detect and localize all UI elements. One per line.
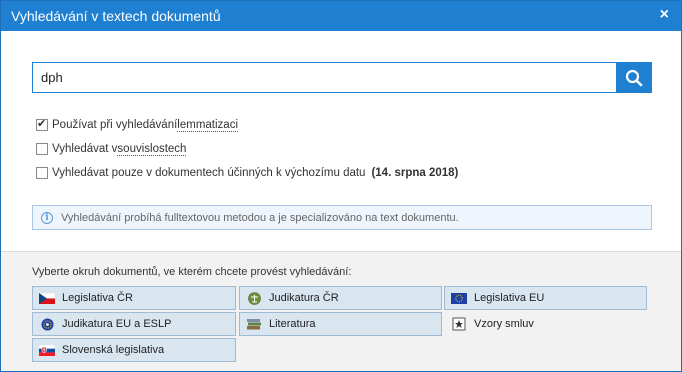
scope-item-label: Legislativa EU	[474, 292, 545, 304]
option-label: Používat při vyhledávání	[52, 119, 178, 131]
eu-court-emblem-icon	[39, 318, 55, 330]
info-icon: i	[41, 211, 53, 224]
dialog-title: Vyhledávání v textech dokumentů	[11, 8, 221, 24]
option-effective-date[interactable]: Vyhledávat pouze v dokumentech účinných …	[36, 165, 458, 181]
option-label: Vyhledávat pouze v dokumentech účinných …	[52, 167, 366, 179]
search-icon	[625, 69, 643, 86]
search-dialog: Vyhledávání v textech dokumentů × Použív…	[0, 0, 682, 372]
scope-item-label: Legislativa ČR	[62, 292, 133, 304]
scope-item-legislativa-cr[interactable]: Legislativa ČR	[32, 286, 236, 310]
scope-item-literatura[interactable]: Literatura	[239, 312, 442, 336]
czech-flag-icon	[39, 292, 55, 304]
close-icon[interactable]: ×	[660, 7, 669, 23]
context-link[interactable]: souvislostech	[117, 143, 187, 156]
context-checkbox[interactable]	[36, 143, 48, 155]
info-text: Vyhledávání probíhá fulltextovou metodou…	[61, 211, 459, 224]
option-context[interactable]: Vyhledávat v souvislostech	[36, 141, 187, 157]
scope-item-label: Judikatura EU a ESLP	[62, 318, 172, 330]
contract-template-icon	[451, 317, 467, 331]
scope-item-legislativa-eu[interactable]: Legislativa EU	[444, 286, 647, 310]
court-emblem-icon	[246, 291, 262, 305]
scope-label: Vyberte okruh dokumentů, ve kterém chcet…	[32, 266, 352, 278]
dialog-titlebar: Vyhledávání v textech dokumentů ×	[1, 1, 681, 31]
info-box: i Vyhledávání probíhá fulltextovou metod…	[32, 205, 652, 230]
books-icon	[246, 318, 262, 330]
scope-item-label: Judikatura ČR	[269, 292, 339, 304]
search-button[interactable]	[616, 62, 652, 93]
lemmatization-link[interactable]: lemmatizaci	[177, 119, 239, 132]
lemmatization-checkbox[interactable]	[36, 117, 48, 131]
scope-item-label: Literatura	[269, 318, 316, 330]
scope-panel: Vyberte okruh dokumentů, ve kterém chcet…	[1, 251, 681, 371]
option-label: Vyhledávat v	[52, 143, 118, 155]
scope-item-label: Vzory smluv	[474, 318, 534, 330]
eu-flag-icon	[451, 292, 467, 304]
scope-item-judikatura-cr[interactable]: Judikatura ČR	[239, 286, 442, 310]
slovak-flag-icon	[39, 344, 55, 356]
search-input[interactable]	[32, 62, 616, 93]
scope-item-label: Slovenská legislativa	[62, 344, 165, 356]
scope-item-vzory-smluv[interactable]: Vzory smluv	[444, 312, 647, 336]
effective-date-checkbox[interactable]	[36, 167, 48, 179]
option-lemmatization[interactable]: Používat při vyhledávání lemmatizaci	[36, 117, 239, 133]
scope-item-judikatura-eu-eslp[interactable]: Judikatura EU a ESLP	[32, 312, 236, 336]
effective-date-value: (14. srpna 2018)	[371, 167, 459, 179]
scope-item-slovenska-legislativa[interactable]: Slovenská legislativa	[32, 338, 236, 362]
